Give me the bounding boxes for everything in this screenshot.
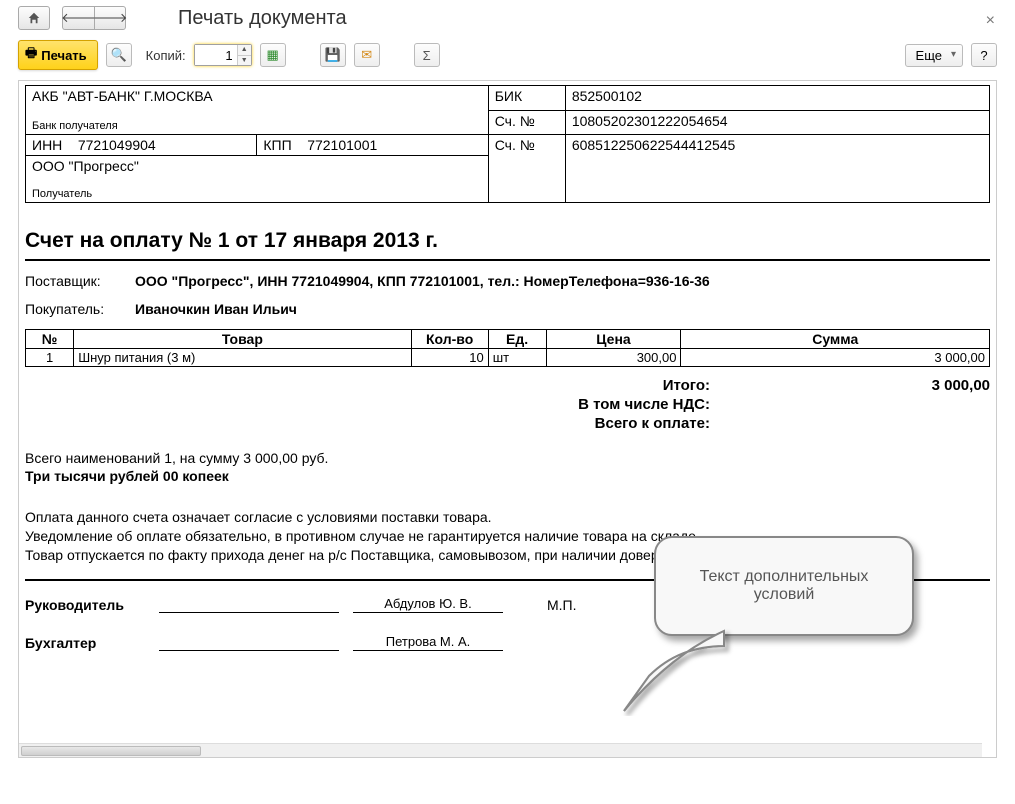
home-button[interactable] — [18, 6, 50, 30]
col-num: № — [26, 330, 74, 349]
bik-label: БИК — [488, 86, 565, 111]
bik-value: 852500102 — [565, 86, 989, 111]
home-icon — [27, 11, 41, 25]
cell-name: Шнур питания (3 м) — [74, 349, 411, 367]
condition-1: Оплата данного счета означает согласие с… — [25, 508, 990, 527]
itogo-label: Итого: — [510, 377, 710, 394]
bank-table: АКБ "АВТ-БАНК" Г.МОСКВА Банк получателя … — [25, 85, 990, 203]
sum-button[interactable]: Σ — [414, 43, 440, 67]
copies-input[interactable] — [195, 45, 237, 65]
table-row: 1 Шнур питания (3 м) 10 шт 300,00 3 000,… — [26, 349, 990, 367]
cell-sum: 3 000,00 — [681, 349, 990, 367]
col-name: Товар — [74, 330, 411, 349]
templates-icon: ▦ — [267, 47, 279, 63]
col-sum: Сумма — [681, 330, 990, 349]
forward-button[interactable]: 🡒 — [94, 6, 126, 30]
buyer-value: Иваночкин Иван Ильич — [135, 301, 297, 317]
invoice-headline: Счет на оплату № 1 от 17 января 2013 г. — [25, 229, 990, 253]
acc-label-2: Сч. № — [488, 135, 565, 203]
copies-spinner[interactable]: ▲ ▼ — [194, 44, 252, 66]
more-label: Еще — [916, 48, 942, 63]
col-unit: Ед. — [488, 330, 546, 349]
org-name: ООО "Прогресс" — [32, 158, 482, 174]
inn-label: ИНН — [32, 137, 62, 153]
annotation-callout: Текст дополнительных условий — [654, 536, 914, 636]
preview-button[interactable]: 🔍 — [106, 43, 132, 67]
copies-up[interactable]: ▲ — [238, 45, 251, 56]
bank-recipient-label: Банк получателя — [32, 120, 482, 132]
cell-qty: 10 — [411, 349, 488, 367]
summary-line: Всего наименований 1, на сумму 3 000,00 … — [25, 450, 990, 466]
nds-label: В том числе НДС: — [510, 396, 710, 413]
bank-acc: 10805202301222054654 — [565, 110, 989, 135]
help-label: ? — [980, 48, 987, 63]
kpp-label: КПП — [263, 137, 291, 153]
director-label: Руководитель — [25, 597, 145, 613]
totals-block: Итого: 3 000,00 В том числе НДС: Всего к … — [25, 377, 990, 432]
close-button[interactable]: × — [986, 12, 995, 30]
callout-text: Текст дополнительных условий — [676, 568, 892, 604]
copies-label: Копий: — [146, 48, 186, 63]
supplier-value: ООО "Прогресс", ИНН 7721049904, КПП 7721… — [135, 273, 710, 289]
kpp-value: 772101001 — [307, 137, 377, 153]
print-icon: 🖶 — [25, 44, 37, 66]
email-icon: ✉ — [361, 47, 372, 63]
accountant-sign-line — [159, 633, 339, 651]
more-button[interactable]: Еще — [905, 44, 963, 67]
copies-down[interactable]: ▼ — [238, 56, 251, 66]
recipient-label: Получатель — [32, 188, 482, 200]
cell-price: 300,00 — [546, 349, 681, 367]
col-qty: Кол-во — [411, 330, 488, 349]
scrollbar-thumb[interactable] — [21, 746, 201, 756]
inn-value: 7721049904 — [78, 137, 156, 153]
nav-history-group: 🡐 🡒 — [62, 6, 126, 30]
headline-divider — [25, 259, 990, 261]
back-button[interactable]: 🡐 — [62, 6, 94, 30]
save-button[interactable]: 💾 — [320, 43, 346, 67]
total-label: Всего к оплате: — [510, 415, 710, 432]
acc-label-1: Сч. № — [488, 110, 565, 135]
summary-words: Три тысячи рублей 00 копеек — [25, 468, 990, 484]
itogo-value: 3 000,00 — [870, 377, 990, 394]
accountant-label: Бухгалтер — [25, 635, 145, 651]
document-area: АКБ "АВТ-БАНК" Г.МОСКВА Банк получателя … — [18, 80, 997, 758]
buyer-label: Покупатель: — [25, 301, 135, 317]
toolbar: 🖶 Печать 🔍 Копий: ▲ ▼ ▦ 💾 ✉ Σ Еще ? — [0, 36, 1015, 80]
horizontal-scrollbar[interactable] — [19, 743, 982, 757]
nds-value — [870, 396, 990, 413]
bank-name: АКБ "АВТ-БАНК" Г.МОСКВА — [32, 88, 482, 104]
print-button[interactable]: 🖶 Печать — [18, 40, 98, 70]
director-sign-line — [159, 595, 339, 613]
sigma-icon: Σ — [423, 48, 431, 63]
help-button[interactable]: ? — [971, 43, 997, 67]
summary-block: Всего наименований 1, на сумму 3 000,00 … — [25, 450, 990, 484]
total-value — [870, 415, 990, 432]
templates-button[interactable]: ▦ — [260, 43, 286, 67]
print-label: Печать — [41, 48, 86, 63]
col-price: Цена — [546, 330, 681, 349]
accountant-name: Петрова М. А. — [353, 633, 503, 651]
nav-bar: 🡐 🡒 Печать документа — [0, 0, 1015, 36]
mp-label: М.П. — [547, 597, 577, 613]
items-table: № Товар Кол-во Ед. Цена Сумма 1 Шнур пит… — [25, 329, 990, 367]
director-name: Абдулов Ю. В. — [353, 595, 503, 613]
payer-acc: 608512250622544412545 — [565, 135, 989, 203]
preview-icon: 🔍 — [111, 47, 127, 63]
page-title: Печать документа — [178, 7, 347, 30]
cell-unit: шт — [488, 349, 546, 367]
cell-num: 1 — [26, 349, 74, 367]
supplier-label: Поставщик: — [25, 273, 135, 289]
email-button[interactable]: ✉ — [354, 43, 380, 67]
save-icon: 💾 — [325, 47, 341, 63]
